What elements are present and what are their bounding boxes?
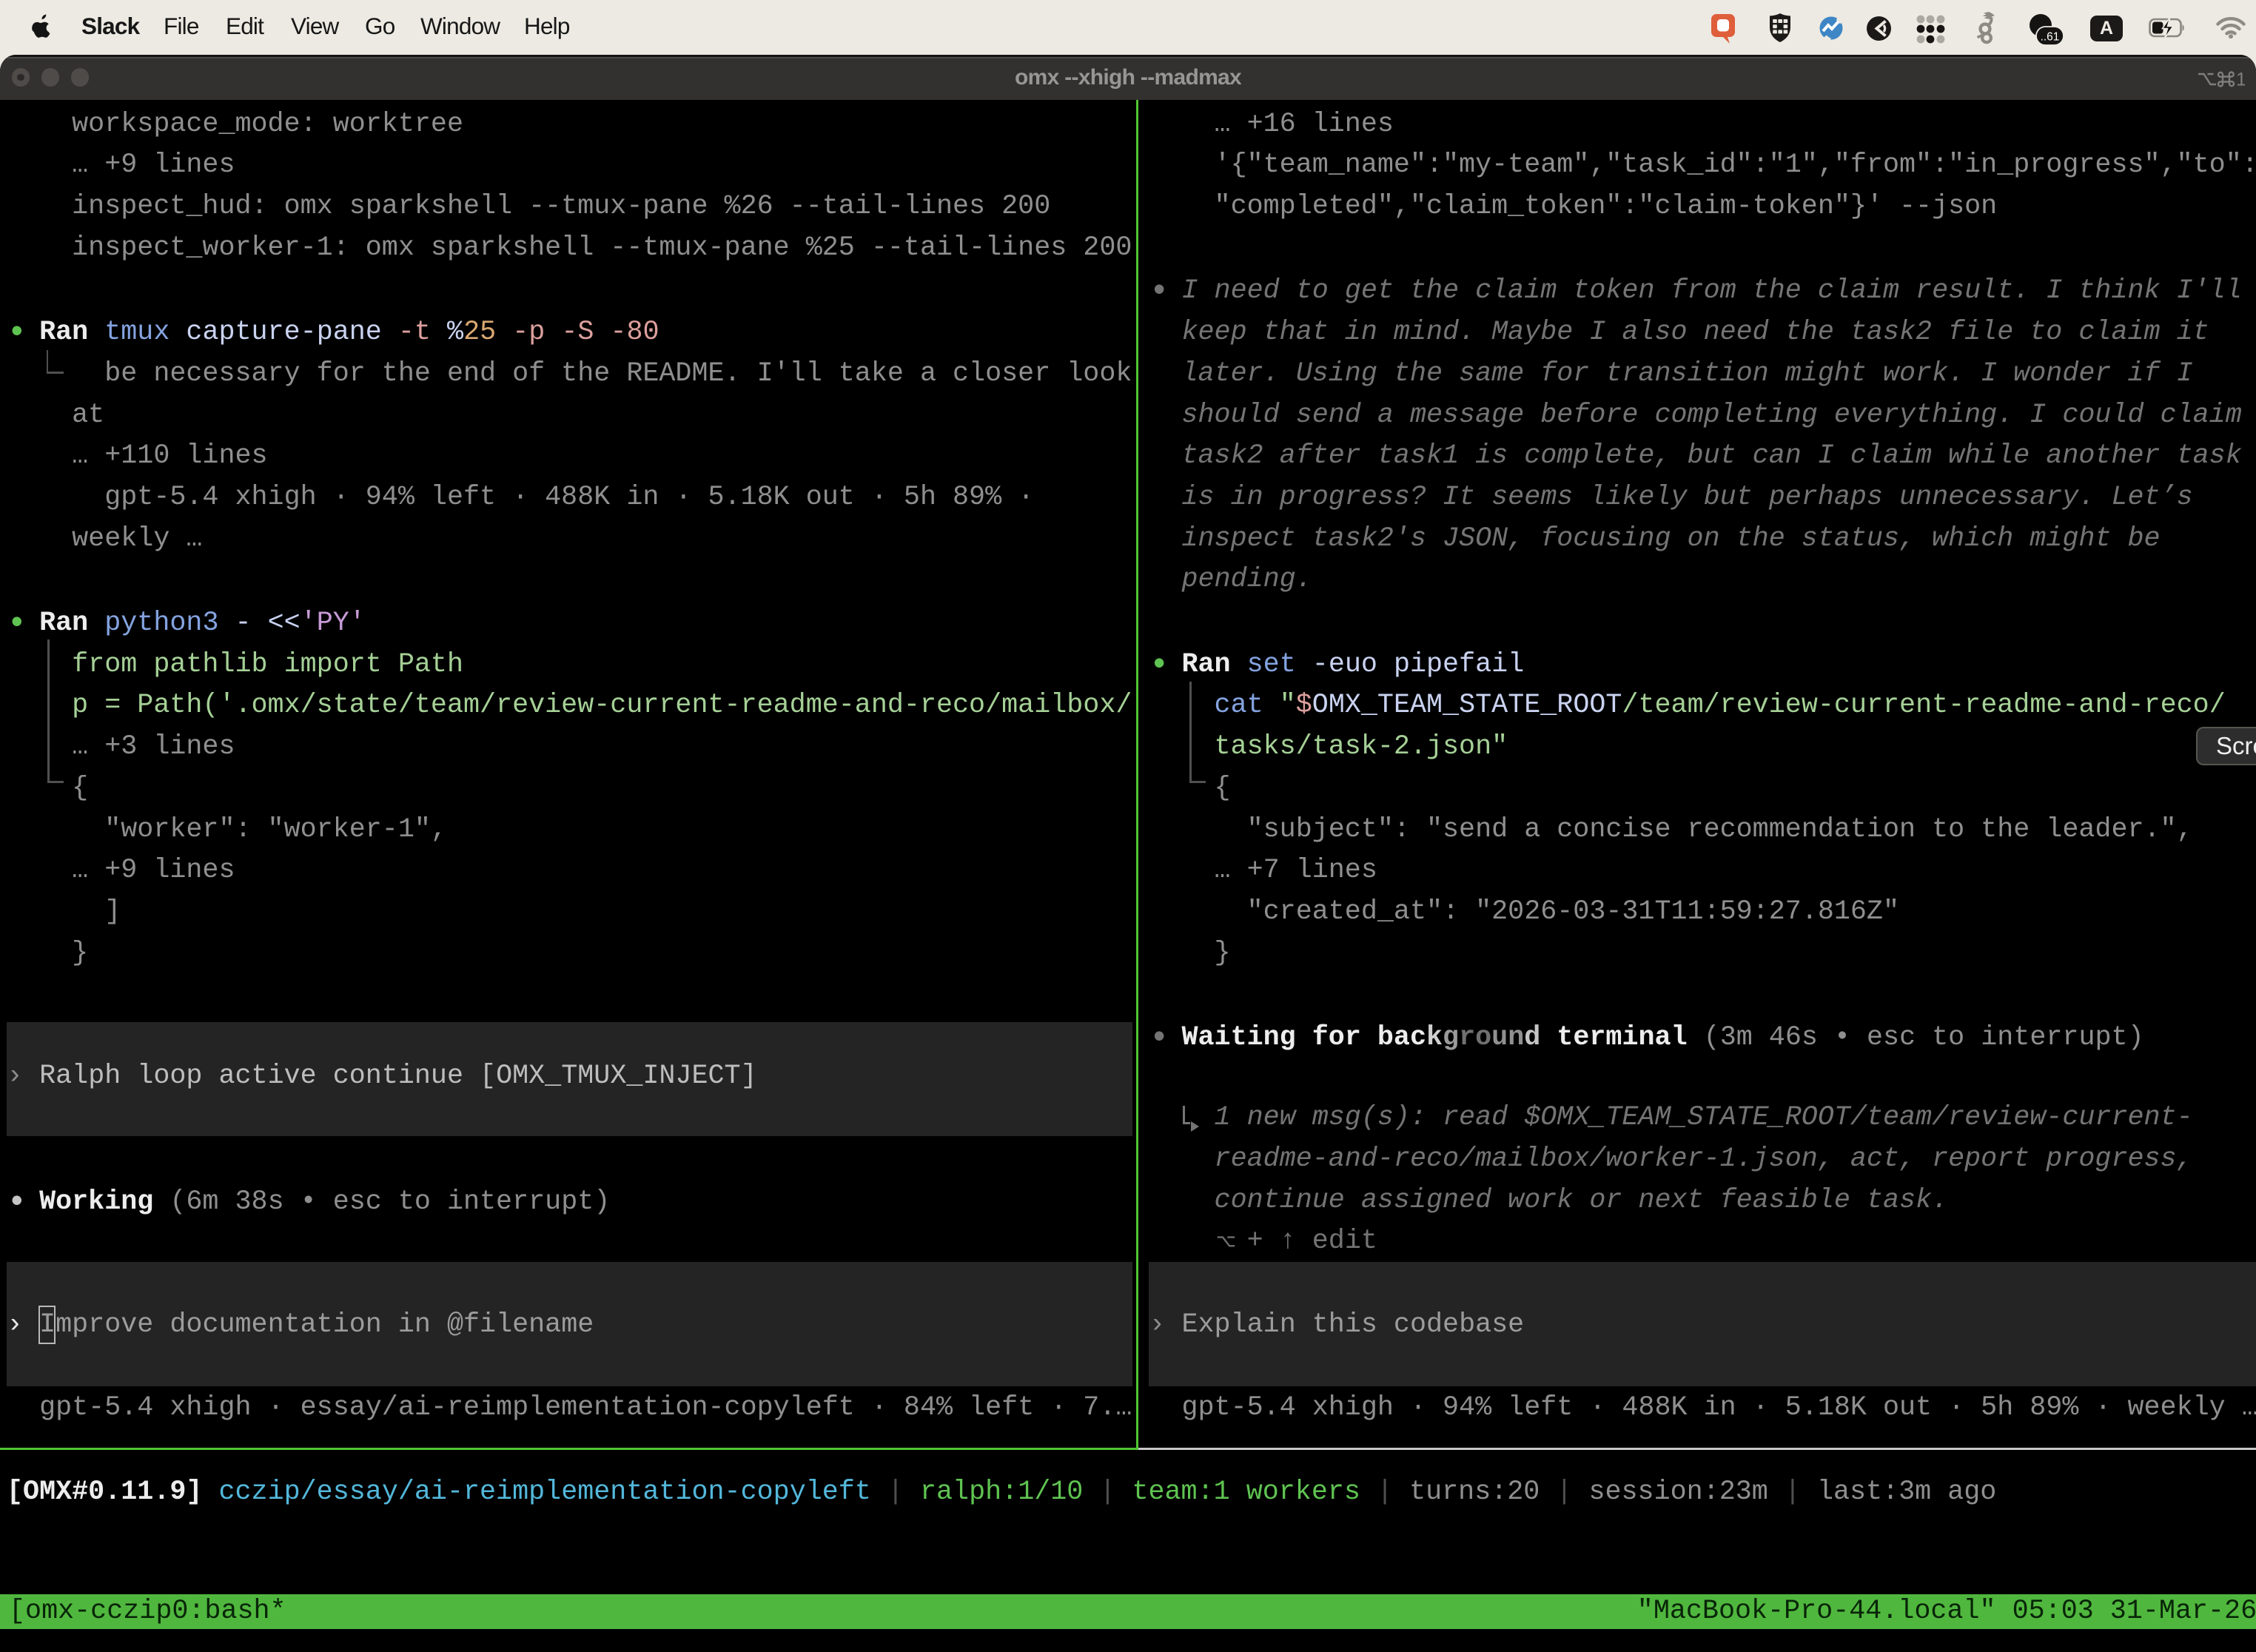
svg-text:..61: ..61 [2041, 31, 2060, 44]
